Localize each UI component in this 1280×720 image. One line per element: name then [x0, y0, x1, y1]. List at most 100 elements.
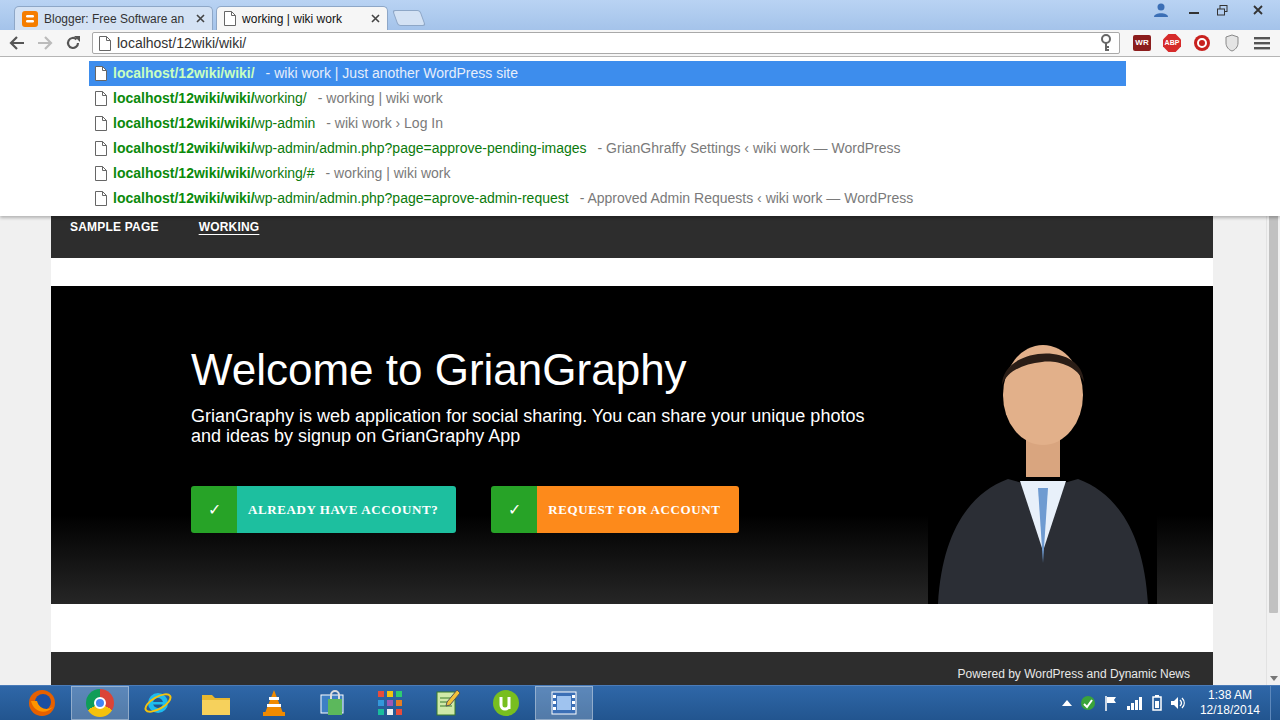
extension-badge[interactable]: WR [1133, 35, 1151, 51]
hero-banner: Welcome to GrianGraphy GrianGraphy is web… [51, 286, 1213, 604]
account-button[interactable]: ✓ALREADY HAVE ACCOUNT? [191, 486, 456, 533]
suggestion-row[interactable]: localhost/12wiki/wiki/working/ - working … [89, 86, 1126, 111]
clock-time[interactable]: 1:38 AM [1200, 688, 1260, 703]
suggestion-url[interactable]: localhost/12wiki/wiki/working/# [113, 163, 315, 184]
minimize-button[interactable] [1180, 0, 1208, 20]
suggestion-rest[interactable]: wp-admin/admin.php?page=approve-pending-… [255, 140, 587, 156]
suggestion-url[interactable]: localhost/12wiki/wiki/wp-admin/admin.php… [113, 188, 569, 209]
taskbar-app[interactable] [129, 686, 187, 720]
address-bar[interactable]: localhost/12wiki/wiki/ [92, 32, 1120, 54]
account-button-label[interactable]: REQUEST FOR ACCOUNT [537, 486, 738, 533]
show-desktop-button[interactable] [1270, 686, 1280, 720]
suggestion-title[interactable]: - GrianGhraffy Settings ‹ wiki work — Wo… [598, 138, 901, 159]
extension-button[interactable]: WR [1128, 31, 1156, 55]
new-tab-button[interactable] [392, 10, 426, 26]
volume-icon[interactable] [1170, 696, 1186, 710]
suggestion-match[interactable]: localhost/12wiki/wiki/ [113, 190, 255, 206]
taskbar-app[interactable] [245, 686, 303, 720]
taskbar-app[interactable] [13, 686, 71, 720]
scroll-down-icon[interactable] [1267, 671, 1280, 685]
address-text[interactable]: localhost/12wiki/wiki/ [117, 33, 246, 54]
flag-icon[interactable] [1104, 695, 1118, 711]
browser-tab[interactable]: working | wiki work [216, 6, 388, 30]
tab-strip: Blogger: Free Software an working | wiki … [0, 0, 1280, 30]
suggestion-match[interactable]: localhost/12wiki/wiki/ [113, 90, 255, 106]
hero-description: GrianGraphy is web application for socia… [191, 406, 881, 446]
restore-icon [1217, 5, 1228, 16]
extension-button[interactable]: ABP [1158, 31, 1186, 55]
status-icon[interactable] [1080, 695, 1096, 711]
show-hidden-icon[interactable] [1062, 700, 1072, 706]
suggestion-row[interactable]: localhost/12wiki/wiki/wp-admin/admin.php… [89, 136, 1126, 161]
explorer-icon [201, 690, 231, 716]
suggestion-match[interactable]: localhost/12wiki/wiki/ [113, 165, 255, 181]
browser-tab[interactable]: Blogger: Free Software an [14, 6, 213, 30]
menu-button[interactable] [1248, 31, 1276, 55]
taskbar-app[interactable] [419, 686, 477, 720]
suggestion-title[interactable]: - wiki work › Log In [326, 113, 443, 134]
extension-button[interactable] [1188, 31, 1216, 55]
close-icon[interactable] [371, 14, 380, 23]
profile-button[interactable] [1148, 0, 1174, 20]
clock-date[interactable]: 12/18/2014 [1200, 703, 1260, 718]
suggestion-row[interactable]: localhost/12wiki/wiki/wp-admin - wiki wor… [89, 111, 1126, 136]
extension-badge[interactable]: ABP [1163, 34, 1181, 52]
taskbar-app[interactable] [71, 686, 129, 720]
red-ring-icon [1193, 34, 1211, 52]
page-icon [224, 11, 236, 26]
close-icon[interactable] [196, 14, 205, 23]
reload-icon [65, 35, 81, 51]
taskbar-app[interactable] [535, 686, 593, 720]
extension-button[interactable] [1218, 31, 1246, 55]
page-viewport: SAMPLE PAGE WORKING Welcome to GrianGraphy… [0, 57, 1280, 685]
hero-buttons: ✓ALREADY HAVE ACCOUNT?✓REQUEST FOR ACCOU… [191, 486, 881, 533]
suggestion-url[interactable]: localhost/12wiki/wiki/wp-admin [113, 113, 315, 134]
battery-icon[interactable] [1152, 695, 1162, 711]
ie-icon [144, 689, 172, 717]
forward-button[interactable] [32, 31, 58, 55]
page-icon [95, 91, 107, 106]
suggestion-title[interactable]: - wiki work | Just another WordPress sit… [266, 63, 518, 84]
suggestion-title[interactable]: - working | wiki work [318, 88, 443, 109]
notepad-icon [435, 689, 461, 717]
tab-label[interactable]: working | wiki work [242, 10, 348, 28]
suggestion-match[interactable]: localhost/12wiki/wiki/ [113, 115, 255, 131]
suggestion-row[interactable]: localhost/12wiki/wiki/working/# - working… [89, 161, 1126, 186]
restore-button[interactable] [1208, 0, 1236, 20]
back-button[interactable] [4, 31, 30, 55]
suggestion-title[interactable]: - working | wiki work [326, 163, 451, 184]
key-icon [1099, 34, 1113, 52]
suggestion-match[interactable]: localhost/12wiki/wiki/ [113, 65, 255, 81]
network-icon[interactable] [1126, 696, 1144, 710]
suggestion-row[interactable]: localhost/12wiki/wiki/wp-admin/admin.php… [89, 186, 1126, 211]
page-icon [95, 66, 107, 81]
reload-button[interactable] [60, 31, 86, 55]
hero-heading: Welcome to GrianGraphy [191, 346, 881, 394]
close-window-button[interactable] [1236, 0, 1280, 20]
taskbar-app[interactable] [187, 686, 245, 720]
suggestion-title[interactable]: - Approved Admin Requests ‹ wiki work — … [580, 188, 914, 209]
hero-text: Welcome to GrianGraphy GrianGraphy is web… [191, 286, 881, 604]
footer-credit[interactable]: Powered by WordPress and Dynamic News [957, 667, 1190, 681]
menu-item[interactable]: WORKING [199, 218, 260, 236]
account-button[interactable]: ✓REQUEST FOR ACCOUNT [491, 486, 738, 533]
suggestion-row[interactable]: localhost/12wiki/wiki/ - wiki work | Just… [89, 61, 1126, 86]
suggestion-rest[interactable]: working/# [255, 165, 315, 181]
suggestion-url[interactable]: localhost/12wiki/wiki/ [113, 63, 255, 84]
account-button-label[interactable]: ALREADY HAVE ACCOUNT? [237, 486, 456, 533]
suggestion-match[interactable]: localhost/12wiki/wiki/ [113, 140, 255, 156]
suggestion-url[interactable]: localhost/12wiki/wiki/wp-admin/admin.php… [113, 138, 587, 159]
check-mark[interactable]: ✓ [491, 486, 537, 533]
suggestion-url[interactable]: localhost/12wiki/wiki/working/ [113, 88, 307, 109]
browser-toolbar: localhost/12wiki/wiki/WR ABP [0, 30, 1280, 57]
suggestion-rest[interactable]: wp-admin/admin.php?page=aprove-admin-req… [255, 190, 569, 206]
taskbar-app[interactable] [477, 686, 535, 720]
suggestion-rest[interactable]: wp-admin [255, 115, 316, 131]
clock[interactable]: 1:38 AM12/18/2014 [1194, 688, 1266, 718]
taskbar-app[interactable] [303, 686, 361, 720]
suggestion-rest[interactable]: working/ [255, 90, 307, 106]
taskbar-app[interactable] [361, 686, 419, 720]
tab-label[interactable]: Blogger: Free Software an [44, 10, 190, 28]
check-mark[interactable]: ✓ [191, 486, 237, 533]
menu-item[interactable]: SAMPLE PAGE [70, 218, 159, 236]
